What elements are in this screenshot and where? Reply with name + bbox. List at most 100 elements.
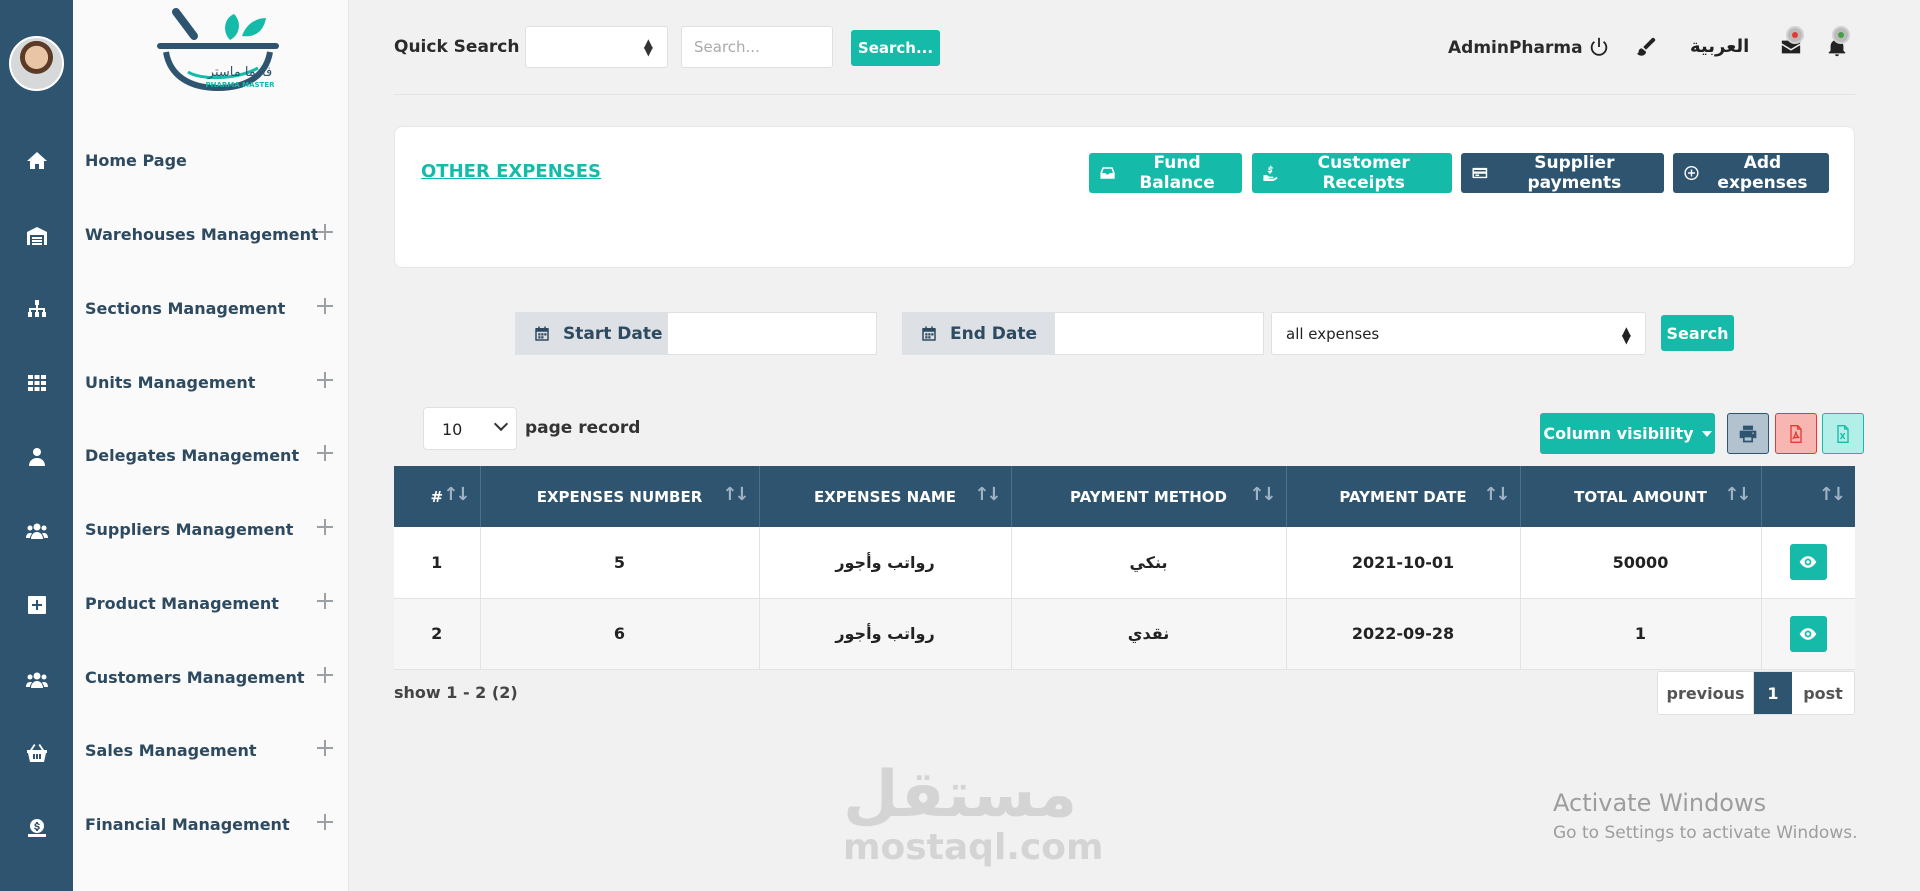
expand-plus-icon[interactable]	[317, 740, 333, 756]
cell-payment-date: 2021-10-01	[1286, 527, 1521, 599]
topbar: Quick Search ▲▼ Search... AdminPharma ال…	[394, 0, 1855, 95]
page-header-card: OTHER EXPENSES Fund Balance Customer Rec…	[394, 126, 1855, 268]
excel-export-button[interactable]	[1822, 413, 1864, 454]
sidebar-item-label: Delegates Management	[85, 445, 300, 465]
quick-search-select[interactable]: ▲ ▼	[525, 26, 668, 68]
users-icon[interactable]	[0, 511, 73, 551]
expand-plus-icon[interactable]	[317, 667, 333, 683]
start-date-label: Start Date	[563, 323, 663, 344]
fund-balance-button[interactable]: Fund Balance	[1089, 153, 1242, 193]
expand-plus-icon[interactable]	[317, 519, 333, 535]
sort-icon[interactable]: ↑↓	[1724, 484, 1751, 505]
cell-number: 2	[394, 598, 481, 670]
view-button[interactable]	[1789, 615, 1827, 652]
users-icon[interactable]	[0, 660, 73, 700]
avatar[interactable]	[9, 36, 64, 91]
pdf-export-button[interactable]	[1775, 413, 1817, 454]
basket-icon[interactable]	[0, 733, 73, 773]
language-switch[interactable]: العربية	[1690, 36, 1749, 57]
end-date-input[interactable]	[1054, 312, 1264, 355]
watermark-arabic: مستقل	[843, 758, 1078, 832]
pharma-master-logo: فارما ماستر PHARMA MASTER	[157, 8, 279, 92]
sidebar-item-sales[interactable]: Sales Management	[73, 728, 349, 772]
grid-icon[interactable]	[0, 363, 73, 403]
quick-search-button[interactable]: Search...	[851, 30, 940, 66]
supplier-payments-label: Supplier payments	[1527, 153, 1622, 193]
sitemap-icon[interactable]	[0, 290, 73, 330]
next-page-button[interactable]: post	[1792, 672, 1854, 714]
sidebar-item-units[interactable]: Units Management	[73, 360, 349, 404]
calendar-icon	[922, 326, 936, 341]
sort-icon[interactable]: ↑↓	[974, 484, 1001, 505]
activate-title: Activate Windows	[1553, 789, 1767, 817]
print-button[interactable]	[1727, 413, 1769, 454]
expand-plus-icon[interactable]	[317, 372, 333, 388]
column-header-expenses-number[interactable]: EXPENSES NUMBER ↑↓	[480, 466, 760, 527]
customer-receipts-button[interactable]: Customer Receipts	[1252, 153, 1452, 193]
cell-payment-method: نقدي	[1011, 598, 1287, 670]
sidebar-item-warehouses[interactable]: Warehouses Management	[73, 212, 349, 256]
watermark-english: mostaql.com	[843, 827, 1104, 868]
user-icon[interactable]	[0, 437, 73, 477]
filter-search-button[interactable]: Search	[1661, 315, 1734, 351]
page-title[interactable]: OTHER EXPENSES	[421, 161, 601, 182]
expand-plus-icon[interactable]	[317, 814, 333, 830]
expand-plus-icon[interactable]	[317, 593, 333, 609]
plus-square-icon[interactable]	[0, 585, 73, 625]
table-header-row: # ↑↓ EXPENSES NUMBER ↑↓ EXPENSES NAME ↑↓ PA…	[394, 466, 1855, 527]
start-date-input[interactable]	[667, 312, 877, 355]
sidebar-item-home-page[interactable]: Home Page	[73, 138, 349, 182]
power-icon[interactable]	[1588, 36, 1610, 58]
previous-page-button[interactable]: previous	[1658, 672, 1754, 714]
start-date-addon: Start Date	[515, 312, 667, 355]
expense-type-select[interactable]: all expenses ▲ ▼	[1271, 312, 1646, 355]
current-page-button[interactable]: 1	[1754, 672, 1792, 714]
mostaql-watermark: مستقل mostaql.com	[843, 758, 1104, 868]
sidebar-item-customers[interactable]: Customers Management	[73, 655, 349, 699]
hand-money-icon	[1263, 165, 1278, 181]
sidebar-item-suppliers[interactable]: Suppliers Management	[73, 507, 349, 551]
sidebar-item-label: Home Page	[85, 150, 187, 170]
cell-expenses-number: 6	[480, 598, 760, 670]
sidebar-item-product[interactable]: Product Management	[73, 581, 349, 625]
sort-arrows-icon: ▲ ▼	[1621, 324, 1631, 346]
inbox-icon	[1100, 167, 1115, 179]
activate-windows-notice: Activate Windows Go to Settings to activ…	[1553, 789, 1858, 843]
sidebar-item-delegates[interactable]: Delegates Management	[73, 433, 349, 477]
icon-rail	[0, 0, 73, 891]
column-header-payment-date[interactable]: PAYMENT DATE ↑↓	[1286, 466, 1521, 527]
sort-icon[interactable]: ↑↓	[443, 484, 470, 505]
sort-icon[interactable]: ↑↓	[1483, 484, 1510, 505]
home-icon[interactable]	[0, 141, 73, 181]
column-header-payment-method[interactable]: PAYMENT METHOD ↑↓	[1011, 466, 1287, 527]
page-records-select[interactable]: 10	[423, 407, 517, 450]
column-header-expenses-name[interactable]: EXPENSES NAME ↑↓	[759, 466, 1012, 527]
sidebar-item-financial[interactable]: Financial Management	[73, 802, 349, 846]
sort-icon[interactable]: ↑↓	[722, 484, 749, 505]
cell-actions	[1761, 598, 1855, 670]
quick-search-input[interactable]	[681, 26, 833, 68]
money-icon[interactable]	[0, 808, 73, 848]
add-expenses-button[interactable]: Add expenses	[1673, 153, 1829, 193]
brush-icon[interactable]	[1635, 36, 1657, 58]
warehouse-icon[interactable]	[0, 216, 73, 256]
logo-english-text: PHARMA MASTER	[206, 81, 276, 89]
expand-plus-icon[interactable]	[317, 298, 333, 314]
column-header-number[interactable]: # ↑↓	[394, 466, 481, 527]
activate-subtitle: Go to Settings to activate Windows.	[1553, 823, 1858, 843]
sidebar-item-label: Customers Management	[85, 667, 305, 687]
table-row: 2 6 رواتب وأجور نقدي 2022-09-28 1	[394, 598, 1855, 670]
expand-plus-icon[interactable]	[317, 445, 333, 461]
sidebar-item-sections[interactable]: Sections Management	[73, 286, 349, 330]
sort-icon[interactable]: ↑↓	[1249, 484, 1276, 505]
column-visibility-button[interactable]: Column visibility	[1540, 413, 1715, 454]
cell-total-amount: 1	[1520, 598, 1762, 670]
cell-number: 1	[394, 527, 481, 599]
sort-icon[interactable]: ↑↓	[1819, 484, 1846, 505]
pagination: previous 1 post	[1657, 671, 1855, 715]
expand-plus-icon[interactable]	[317, 224, 333, 240]
supplier-payments-button[interactable]: Supplier payments	[1461, 153, 1664, 193]
column-header-actions[interactable]: ↑↓	[1761, 466, 1855, 527]
view-button[interactable]	[1789, 544, 1827, 581]
column-header-total-amount[interactable]: TOTAL AMOUNT ↑↓	[1520, 466, 1762, 527]
